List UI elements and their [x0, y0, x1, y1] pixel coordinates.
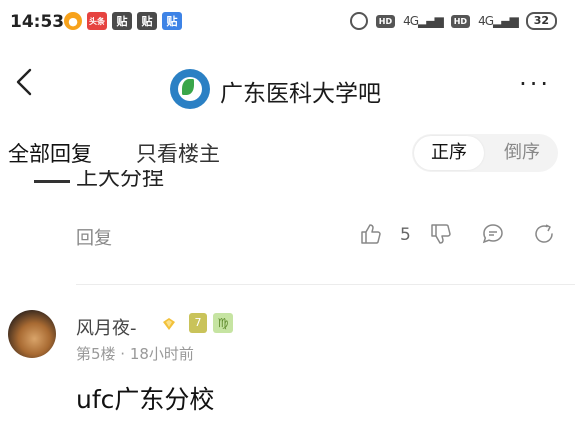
vip-diamond-icon	[163, 318, 175, 330]
floor-and-time: 第5楼 · 18小时前	[76, 345, 194, 363]
tieba-blue-icon: 贴	[162, 12, 182, 30]
avatar[interactable]	[8, 310, 56, 358]
status-bar: 14:53 ● 头条 贴 贴 贴 HD 4G▂▄▆ HD 4G▂▄▆ 32	[0, 0, 575, 48]
forum-title[interactable]: 广东医科大学吧	[220, 74, 381, 108]
forum-logo[interactable]	[170, 69, 210, 109]
hd-icon: HD	[375, 14, 396, 28]
share-icon[interactable]	[532, 222, 556, 246]
zodiac-badge-icon: ♍	[213, 313, 233, 333]
tieba-icon: 贴	[112, 12, 132, 30]
back-arrow-icon[interactable]	[10, 62, 40, 102]
username[interactable]: 风月夜-	[76, 314, 137, 340]
signal-icon: 4G▂▄▆	[403, 14, 444, 28]
divider	[34, 180, 70, 183]
signal-icon: 4G▂▄▆	[478, 14, 519, 28]
weibo-icon: ●	[64, 12, 82, 30]
sort-desc-button[interactable]: 倒序	[488, 136, 556, 170]
notification-icons: ● 头条 贴 贴 贴	[64, 12, 182, 30]
status-time: 14:53	[10, 12, 65, 32]
level-badge: 7	[189, 313, 207, 333]
alarm-icon	[349, 12, 368, 30]
hd-icon: HD	[450, 14, 471, 28]
sort-toggle: 正序 倒序	[412, 134, 558, 172]
sort-asc-button[interactable]: 正序	[414, 136, 484, 170]
battery-icon: 32	[525, 12, 557, 30]
comment-icon[interactable]	[481, 222, 505, 246]
post-divider	[76, 284, 575, 285]
nav-bar: 广东医科大学吧 ···	[0, 56, 575, 118]
tieba-icon: 贴	[137, 12, 157, 30]
tab-all-replies[interactable]: 全部回复	[8, 138, 92, 168]
more-icon[interactable]: ···	[519, 70, 551, 98]
reply-button[interactable]: 回复	[76, 224, 112, 250]
like-count: 5	[400, 225, 411, 245]
system-icons: HD 4G▂▄▆ HD 4G▂▄▆ 32	[349, 12, 557, 30]
tab-only-op[interactable]: 只看楼主	[136, 138, 220, 168]
prev-post-content: 上大分捏	[76, 170, 165, 191]
toutiao-icon: 头条	[87, 12, 107, 30]
post-actions: 回复 5	[0, 218, 575, 254]
post-content: ufc广东分校	[76, 385, 215, 414]
thumbs-up-icon[interactable]	[358, 222, 382, 246]
thumbs-down-icon[interactable]	[428, 222, 452, 246]
